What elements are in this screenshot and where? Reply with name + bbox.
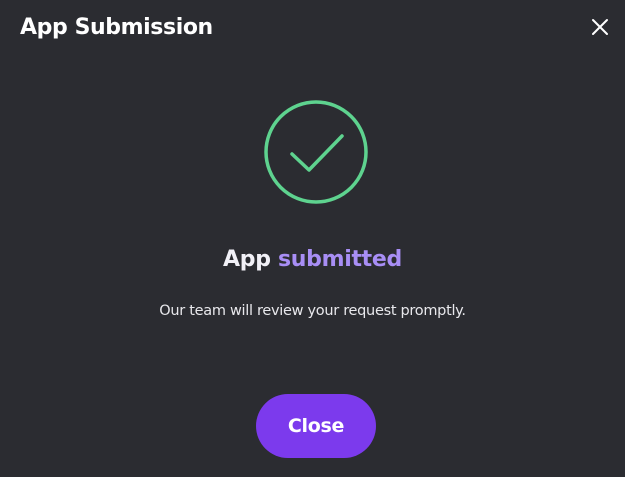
close-icon[interactable] (585, 12, 615, 42)
check-circle-icon (264, 100, 368, 204)
headline-app: App (223, 247, 271, 272)
headline-submitted: submitted (278, 247, 402, 272)
dialog-title: App Submission (20, 15, 213, 40)
close-button[interactable]: Close (256, 394, 376, 458)
app-submission-dialog: App Submission App submitted Our team wi… (0, 0, 625, 477)
status-message: Our team will review your request prompt… (159, 303, 466, 319)
status-headline: App submitted (0, 243, 625, 277)
close-icon-glyph (592, 19, 608, 35)
